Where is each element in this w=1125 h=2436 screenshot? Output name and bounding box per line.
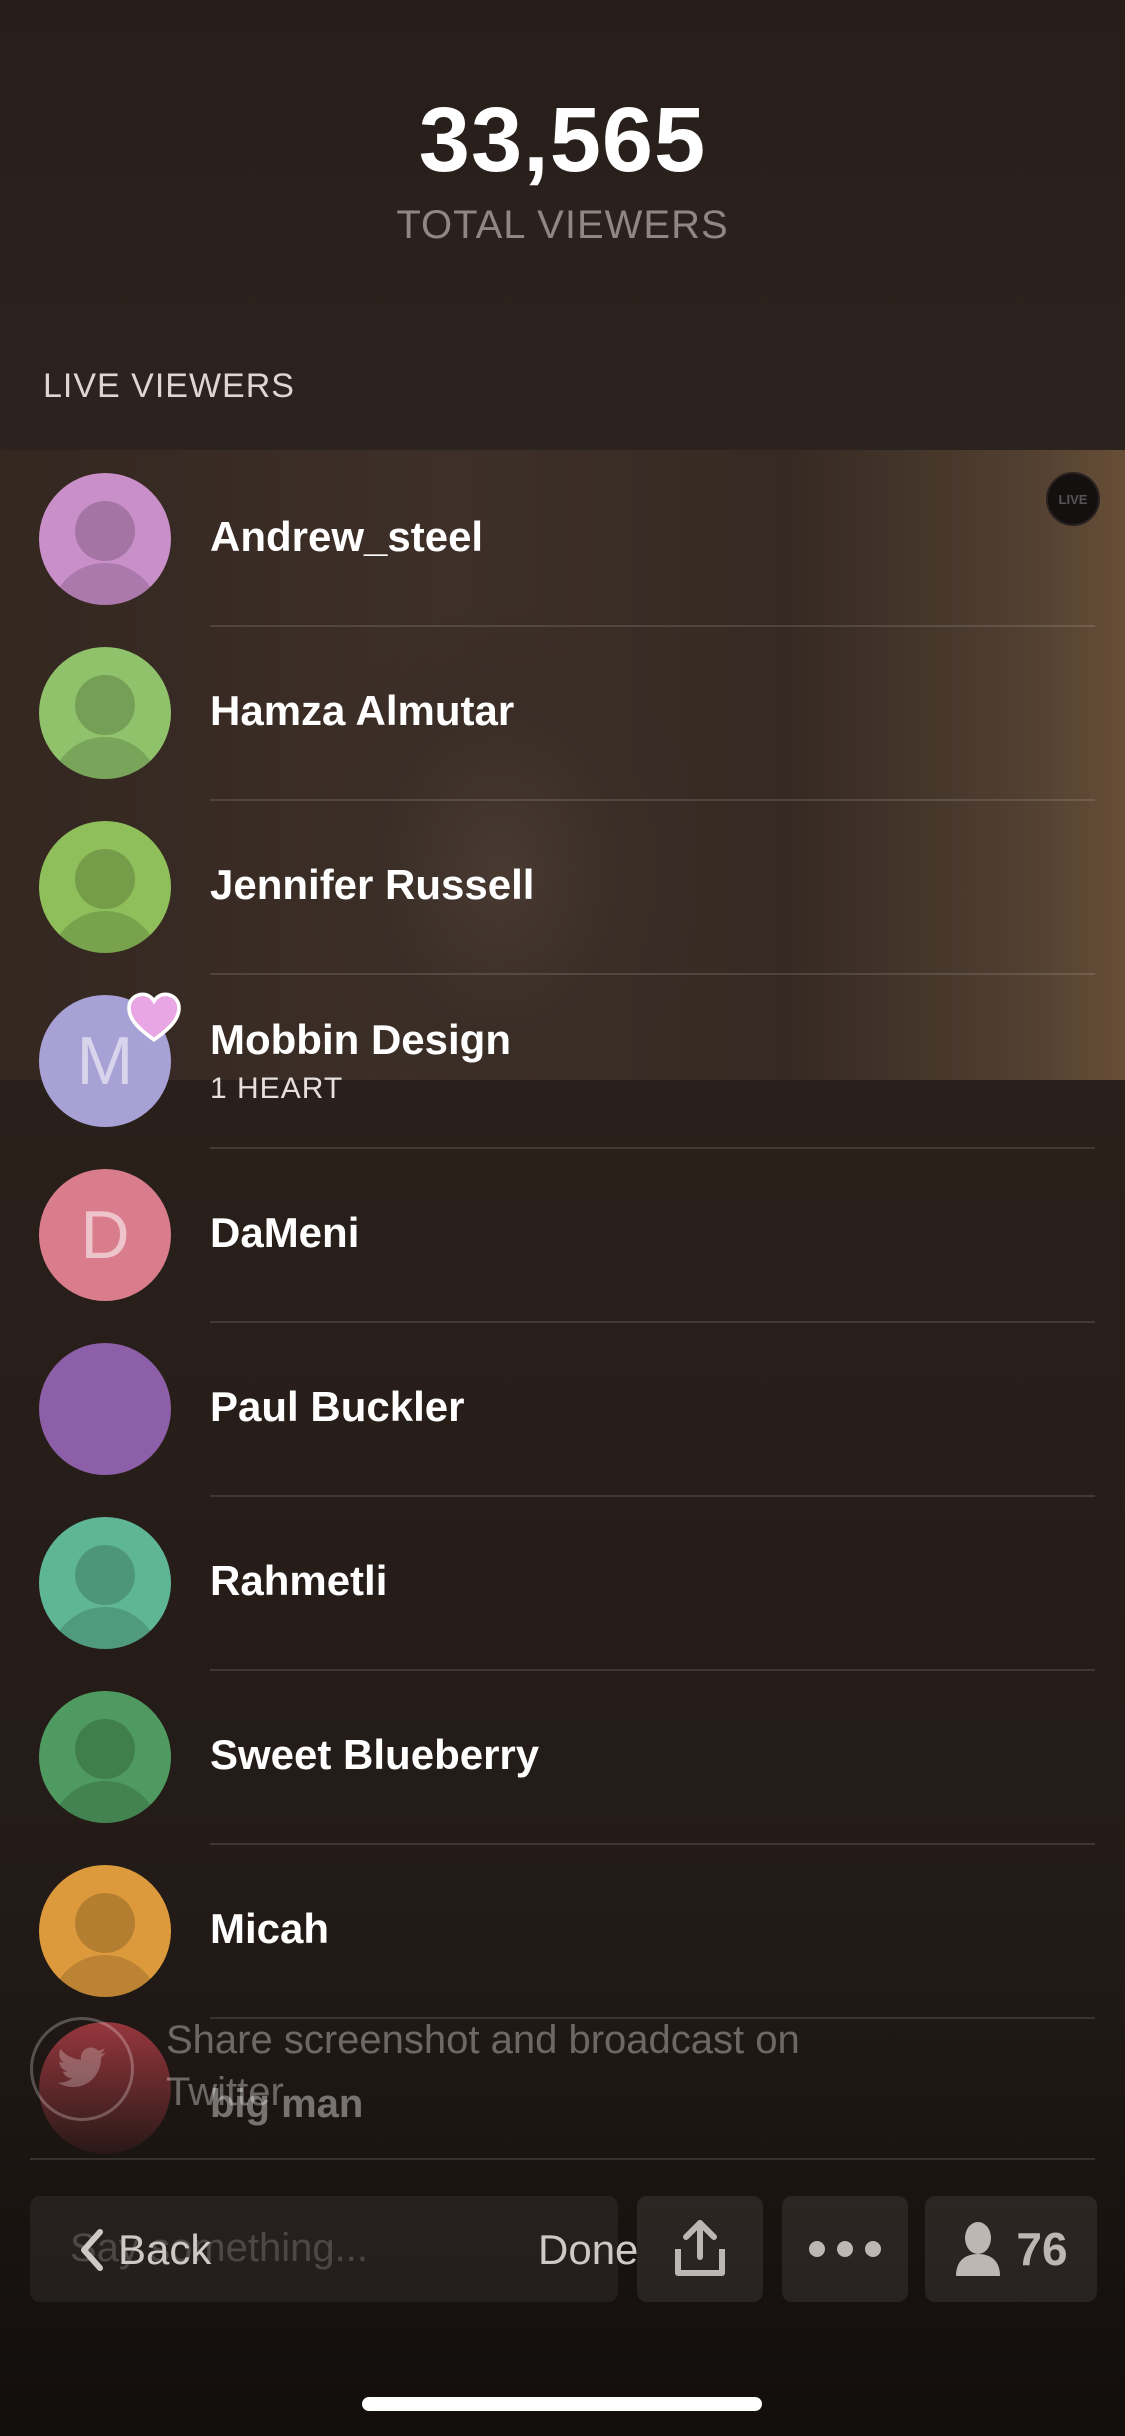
avatar[interactable]: D [39,1169,171,1301]
share-twitter-hint[interactable]: Share screenshot and broadcast on Twitte… [0,1990,1125,2170]
divider [30,2158,1095,2160]
list-item[interactable]: Rahmetli [0,1497,1125,1671]
ellipsis-icon [809,2241,881,2257]
live-viewers-section-title: LIVE VIEWERS [43,367,295,405]
avatar[interactable] [39,647,171,779]
more-options-button[interactable] [782,2196,908,2302]
list-item[interactable]: Paul Buckler [0,1323,1125,1497]
list-item[interactable]: M Mobbin Design 1 HEART [0,975,1125,1149]
done-button[interactable]: Done [538,2226,638,2274]
share-hint-text: Share screenshot and broadcast on Twitte… [166,2018,800,2114]
heart-icon [126,989,182,1045]
list-item[interactable]: D DaMeni [0,1149,1125,1323]
viewers-button[interactable]: 76 [925,2196,1097,2302]
total-viewers-label: TOTAL VIEWERS [396,203,729,247]
list-item[interactable]: Andrew_steel [0,453,1125,627]
chevron-left-icon [81,2229,103,2271]
viewer-name: Hamza Almutar [210,687,515,734]
list-item[interactable]: Hamza Almutar [0,627,1125,801]
avatar[interactable] [39,1865,171,1997]
live-viewers-list: Andrew_steel Hamza Almutar Jennifer Russel… [0,453,1125,2019]
viewer-name: Jennifer Russell [210,861,535,908]
avatar[interactable] [39,1343,171,1475]
back-button-label: Back [118,2226,212,2273]
viewer-name: Paul Buckler [210,1383,465,1430]
viewer-name: Mobbin Design [210,1016,511,1063]
person-icon [956,2222,1001,2276]
viewer-name: DaMeni [210,1209,360,1256]
comment-input[interactable]: Say something... Back Done [30,2196,638,2302]
viewer-name: Micah [210,1905,330,1952]
viewer-hearts-count: 1 HEART [210,1072,344,1105]
avatar[interactable] [39,1691,171,1823]
viewers-count: 76 [1016,2223,1068,2275]
total-viewers-count: 33,565 [418,89,707,191]
viewer-name: Rahmetli [210,1557,388,1604]
avatar[interactable] [39,473,171,605]
home-indicator [362,2397,762,2411]
back-button[interactable]: Back [80,2220,211,2280]
avatar[interactable] [39,821,171,953]
viewer-name: Sweet Blueberry [210,1731,540,1778]
viewer-name: Andrew_steel [210,513,484,560]
share-icon [675,2220,725,2276]
share-button[interactable] [637,2196,763,2302]
bottom-toolbar: Say something... Back Done 76 [0,2196,1125,2304]
list-item[interactable]: Jennifer Russell [0,801,1125,975]
avatar[interactable] [39,1517,171,1649]
twitter-icon[interactable] [30,2017,134,2121]
list-item[interactable]: Sweet Blueberry [0,1671,1125,1845]
